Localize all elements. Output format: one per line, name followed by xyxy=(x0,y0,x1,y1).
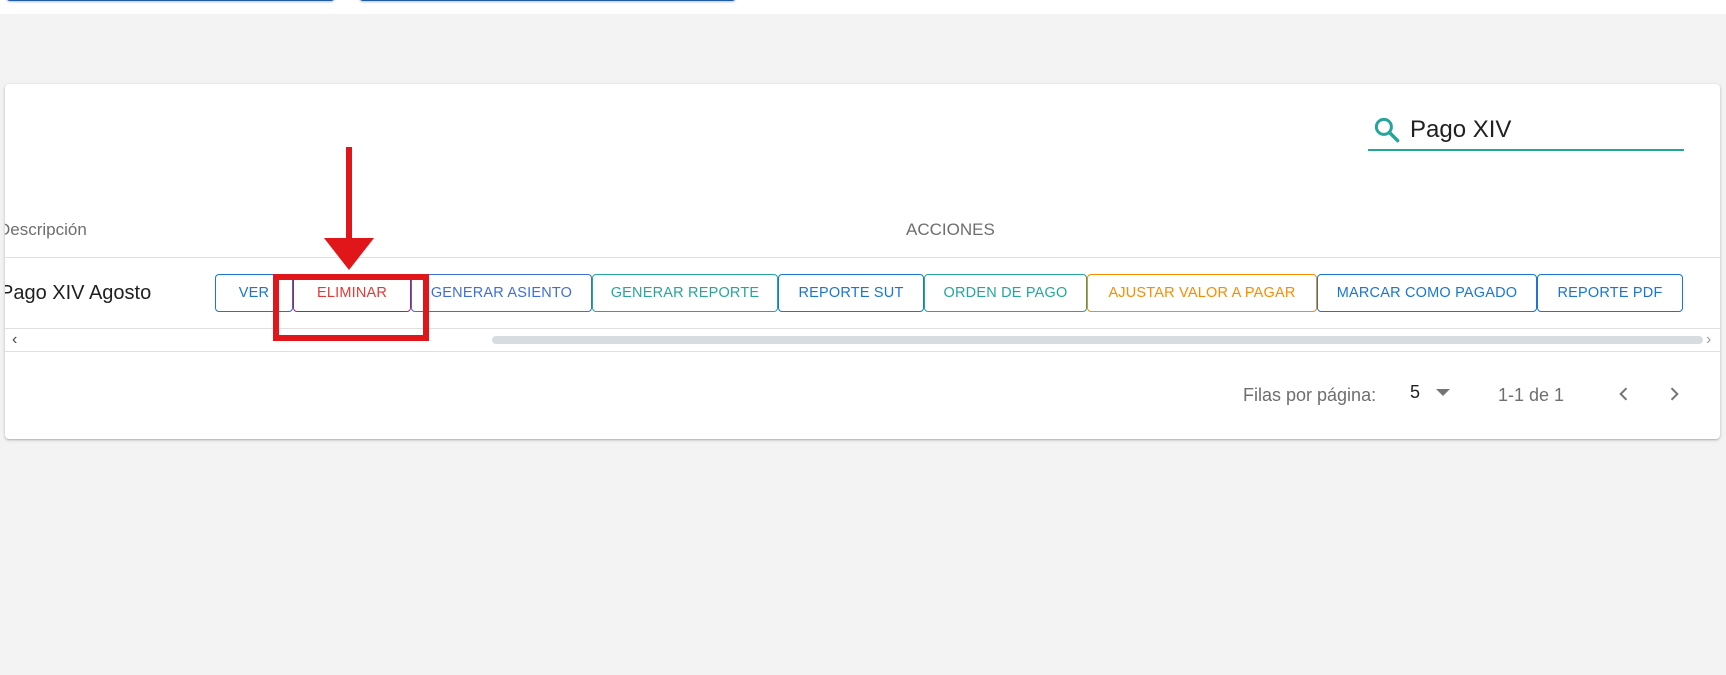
top-toolbar xyxy=(0,0,1726,14)
search-field[interactable] xyxy=(1368,110,1684,151)
chevron-left-icon xyxy=(1619,387,1628,401)
scroll-right-icon[interactable]: › xyxy=(1706,331,1711,349)
pdf-report-button[interactable]: REPORTE PDF xyxy=(1537,274,1683,312)
payment-order-button[interactable]: ORDEN DE PAGO xyxy=(924,274,1087,312)
scrollbar-thumb[interactable] xyxy=(492,336,1703,344)
delete-button[interactable]: ELIMINAR xyxy=(293,274,411,312)
next-page-button[interactable] xyxy=(1660,380,1688,408)
top-action-button-1[interactable] xyxy=(6,0,335,1)
view-button[interactable]: VER xyxy=(215,274,293,312)
search-input[interactable] xyxy=(1410,115,1670,144)
column-header-description[interactable]: Descripción xyxy=(5,220,87,240)
chevron-right-icon xyxy=(1670,387,1679,401)
table-header: Descripción ACCIONES xyxy=(5,200,1720,258)
generate-report-button[interactable]: GENERAR REPORTE xyxy=(592,274,778,312)
rows-per-page-label: Filas por página: xyxy=(1243,385,1377,405)
table-row: Pago XIV Agosto VER ELIMINAR GENERAR ASI… xyxy=(5,258,1720,329)
dropdown-caret-icon xyxy=(1436,389,1451,396)
previous-page-button[interactable] xyxy=(1610,380,1638,408)
horizontal-scrollbar[interactable]: ‹ › xyxy=(5,329,1720,352)
column-header-actions: ACCIONES xyxy=(906,220,995,239)
table-footer: Filas por página: 5 1-1 de 1 xyxy=(5,352,1720,439)
search-icon xyxy=(1374,117,1400,142)
rows-per-page-value: 5 xyxy=(1410,382,1421,402)
top-action-button-2[interactable] xyxy=(359,0,736,1)
mark-as-paid-button[interactable]: MARCAR COMO PAGADO xyxy=(1317,274,1537,312)
sut-report-button[interactable]: REPORTE SUT xyxy=(778,274,924,312)
data-table-card: Descripción ACCIONES Pago XIV Agosto VER… xyxy=(5,84,1720,439)
generate-entry-button[interactable]: GENERAR ASIENTO xyxy=(411,274,592,312)
scroll-left-icon[interactable]: ‹ xyxy=(12,331,17,349)
rows-per-page-select[interactable]: 5 xyxy=(1410,382,1451,403)
row-description: Pago XIV Agosto xyxy=(5,282,152,304)
pagination-range: 1-1 de 1 xyxy=(1498,385,1565,405)
adjust-amount-button[interactable]: AJUSTAR VALOR A PAGAR xyxy=(1087,274,1317,312)
